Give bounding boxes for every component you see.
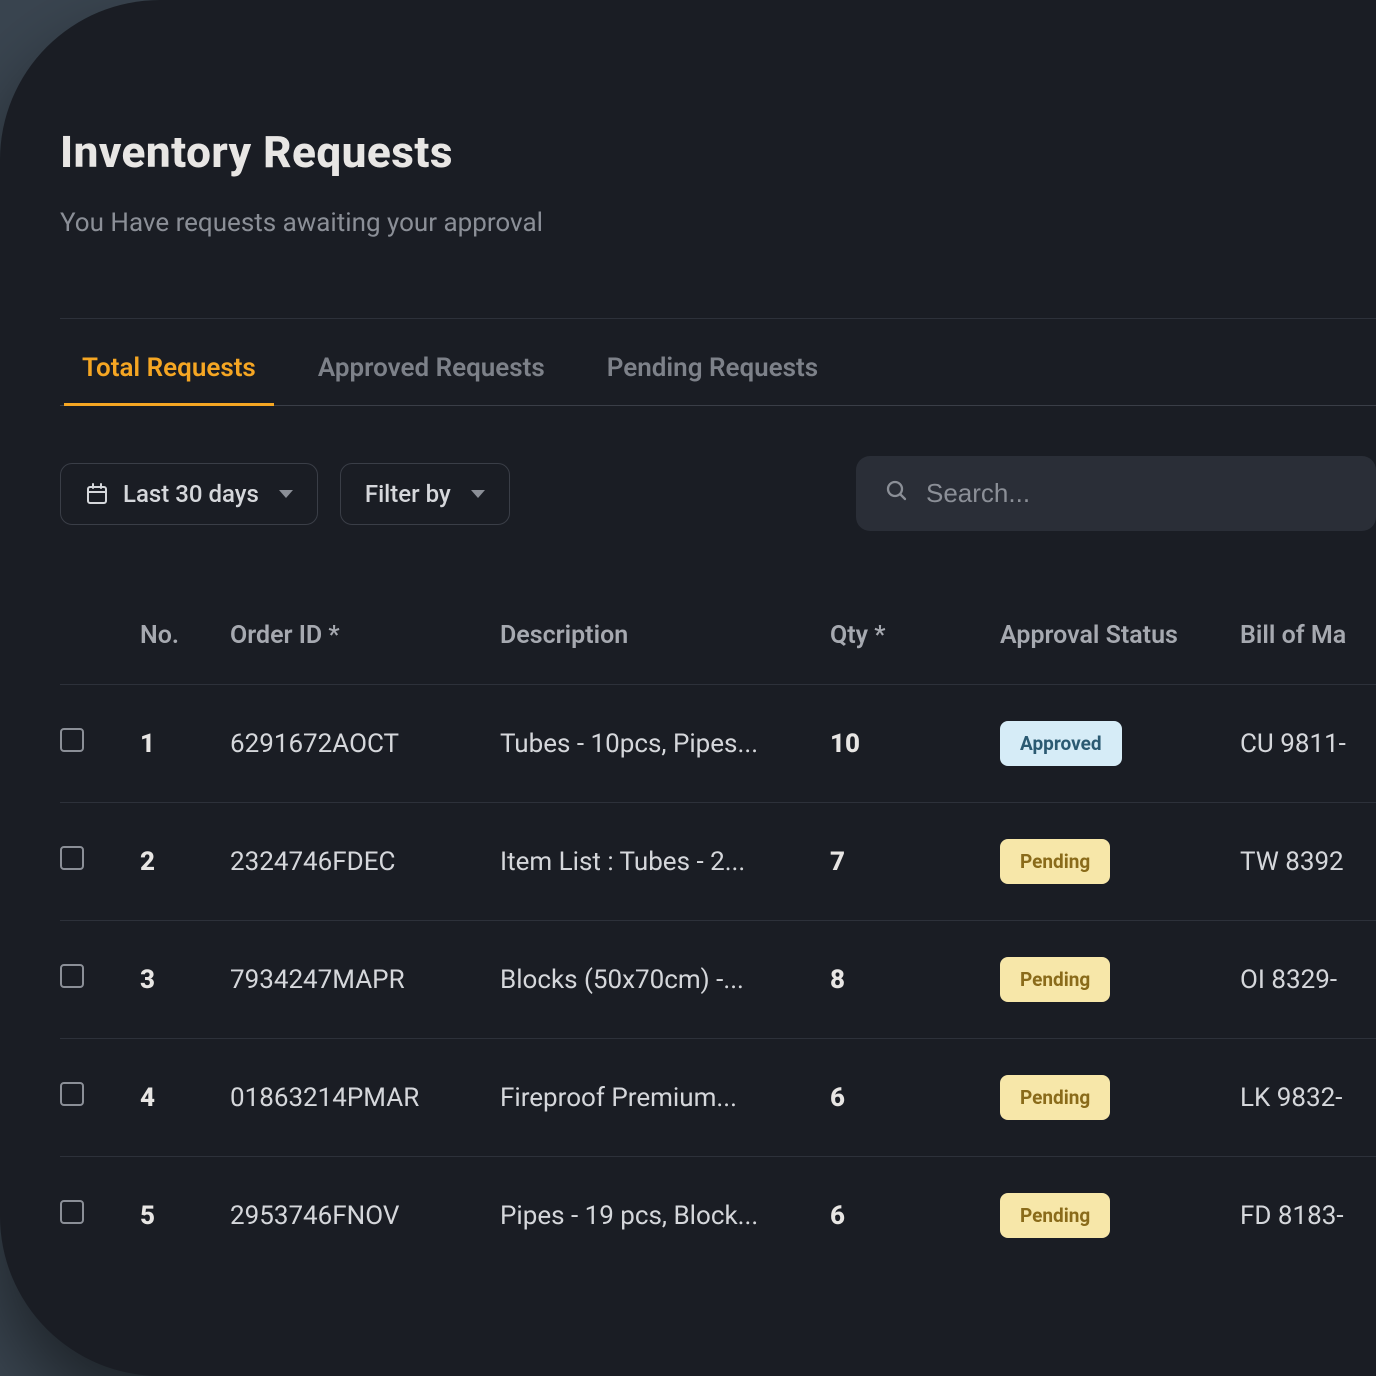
cell-order-id: 7934247MAPR <box>230 921 500 1039</box>
cell-description: Fireproof Premium... <box>500 1039 830 1157</box>
chevron-down-icon <box>279 490 293 498</box>
row-checkbox[interactable] <box>60 964 84 988</box>
status-badge: Approved <box>1000 721 1122 766</box>
status-badge: Pending <box>1000 1193 1110 1238</box>
cell-order-id: 6291672AOCT <box>230 685 500 803</box>
status-badge: Pending <box>1000 839 1110 884</box>
col-header-qty[interactable]: Qty * <box>830 571 1000 685</box>
cell-qty: 6 <box>830 1157 1000 1275</box>
row-checkbox[interactable] <box>60 728 84 752</box>
cell-bom: LK 9832- <box>1240 1039 1376 1157</box>
tab-pending-requests[interactable]: Pending Requests <box>607 319 818 405</box>
table-row[interactable]: 401863214PMARFireproof Premium...6Pendin… <box>60 1039 1376 1157</box>
cell-qty: 6 <box>830 1039 1000 1157</box>
col-header-no: No. <box>140 571 230 685</box>
cell-qty: 10 <box>830 685 1000 803</box>
cell-qty: 8 <box>830 921 1000 1039</box>
table-row[interactable]: 22324746FDECItem List : Tubes - 2...7Pen… <box>60 803 1376 921</box>
row-checkbox[interactable] <box>60 1082 84 1106</box>
cell-order-id: 2953746FNOV <box>230 1157 500 1275</box>
chevron-down-icon <box>471 490 485 498</box>
cell-bom: OI 8329- <box>1240 921 1376 1039</box>
cell-order-id: 01863214PMAR <box>230 1039 500 1157</box>
cell-description: Blocks (50x70cm) -... <box>500 921 830 1039</box>
tab-approved-requests[interactable]: Approved Requests <box>318 319 545 405</box>
inventory-panel: Inventory Requests You Have requests awa… <box>0 0 1376 1376</box>
col-header-order-id[interactable]: Order ID * <box>230 571 500 685</box>
filter-by-button[interactable]: Filter by <box>340 463 510 525</box>
cell-order-id: 2324746FDEC <box>230 803 500 921</box>
table-row[interactable]: 37934247MAPRBlocks (50x70cm) -...8Pendin… <box>60 921 1376 1039</box>
table-row[interactable]: 16291672AOCTTubes - 10pcs, Pipes...10App… <box>60 685 1376 803</box>
table-row[interactable]: 52953746FNOVPipes - 19 pcs, Block...6Pen… <box>60 1157 1376 1275</box>
requests-table: No. Order ID * Description Qty * Approva… <box>60 571 1376 1274</box>
cell-description: Pipes - 19 pcs, Block... <box>500 1157 830 1275</box>
date-range-filter[interactable]: Last 30 days <box>60 463 318 525</box>
page-title: Inventory Requests <box>60 126 1376 178</box>
row-checkbox[interactable] <box>60 1200 84 1224</box>
cell-description: Item List : Tubes - 2... <box>500 803 830 921</box>
cell-no: 4 <box>140 1039 230 1157</box>
cell-status: Pending <box>1000 803 1240 921</box>
cell-no: 5 <box>140 1157 230 1275</box>
status-badge: Pending <box>1000 1075 1110 1120</box>
cell-status: Approved <box>1000 685 1240 803</box>
cell-bom: FD 8183- <box>1240 1157 1376 1275</box>
col-header-bom[interactable]: Bill of Ma <box>1240 571 1376 685</box>
cell-qty: 7 <box>830 803 1000 921</box>
cell-description: Tubes - 10pcs, Pipes... <box>500 685 830 803</box>
table-header-row: No. Order ID * Description Qty * Approva… <box>60 571 1376 685</box>
cell-status: Pending <box>1000 1039 1240 1157</box>
search-input[interactable] <box>926 478 1348 509</box>
cell-no: 3 <box>140 921 230 1039</box>
calendar-icon <box>85 482 109 506</box>
search-box[interactable] <box>856 456 1376 531</box>
status-badge: Pending <box>1000 957 1110 1002</box>
search-icon <box>884 478 908 509</box>
tab-total-requests[interactable]: Total Requests <box>82 319 256 405</box>
tabs: Total Requests Approved Requests Pending… <box>60 319 1376 406</box>
controls-row: Last 30 days Filter by <box>60 406 1376 571</box>
cell-status: Pending <box>1000 1157 1240 1275</box>
col-header-description[interactable]: Description <box>500 571 830 685</box>
page-subtitle: You Have requests awaiting your approval <box>60 208 1376 238</box>
col-header-status[interactable]: Approval Status <box>1000 571 1240 685</box>
cell-bom: TW 8392 <box>1240 803 1376 921</box>
cell-bom: CU 9811- <box>1240 685 1376 803</box>
cell-status: Pending <box>1000 921 1240 1039</box>
row-checkbox[interactable] <box>60 846 84 870</box>
date-range-label: Last 30 days <box>123 480 259 508</box>
cell-no: 1 <box>140 685 230 803</box>
cell-no: 2 <box>140 803 230 921</box>
filter-by-label: Filter by <box>365 480 451 508</box>
